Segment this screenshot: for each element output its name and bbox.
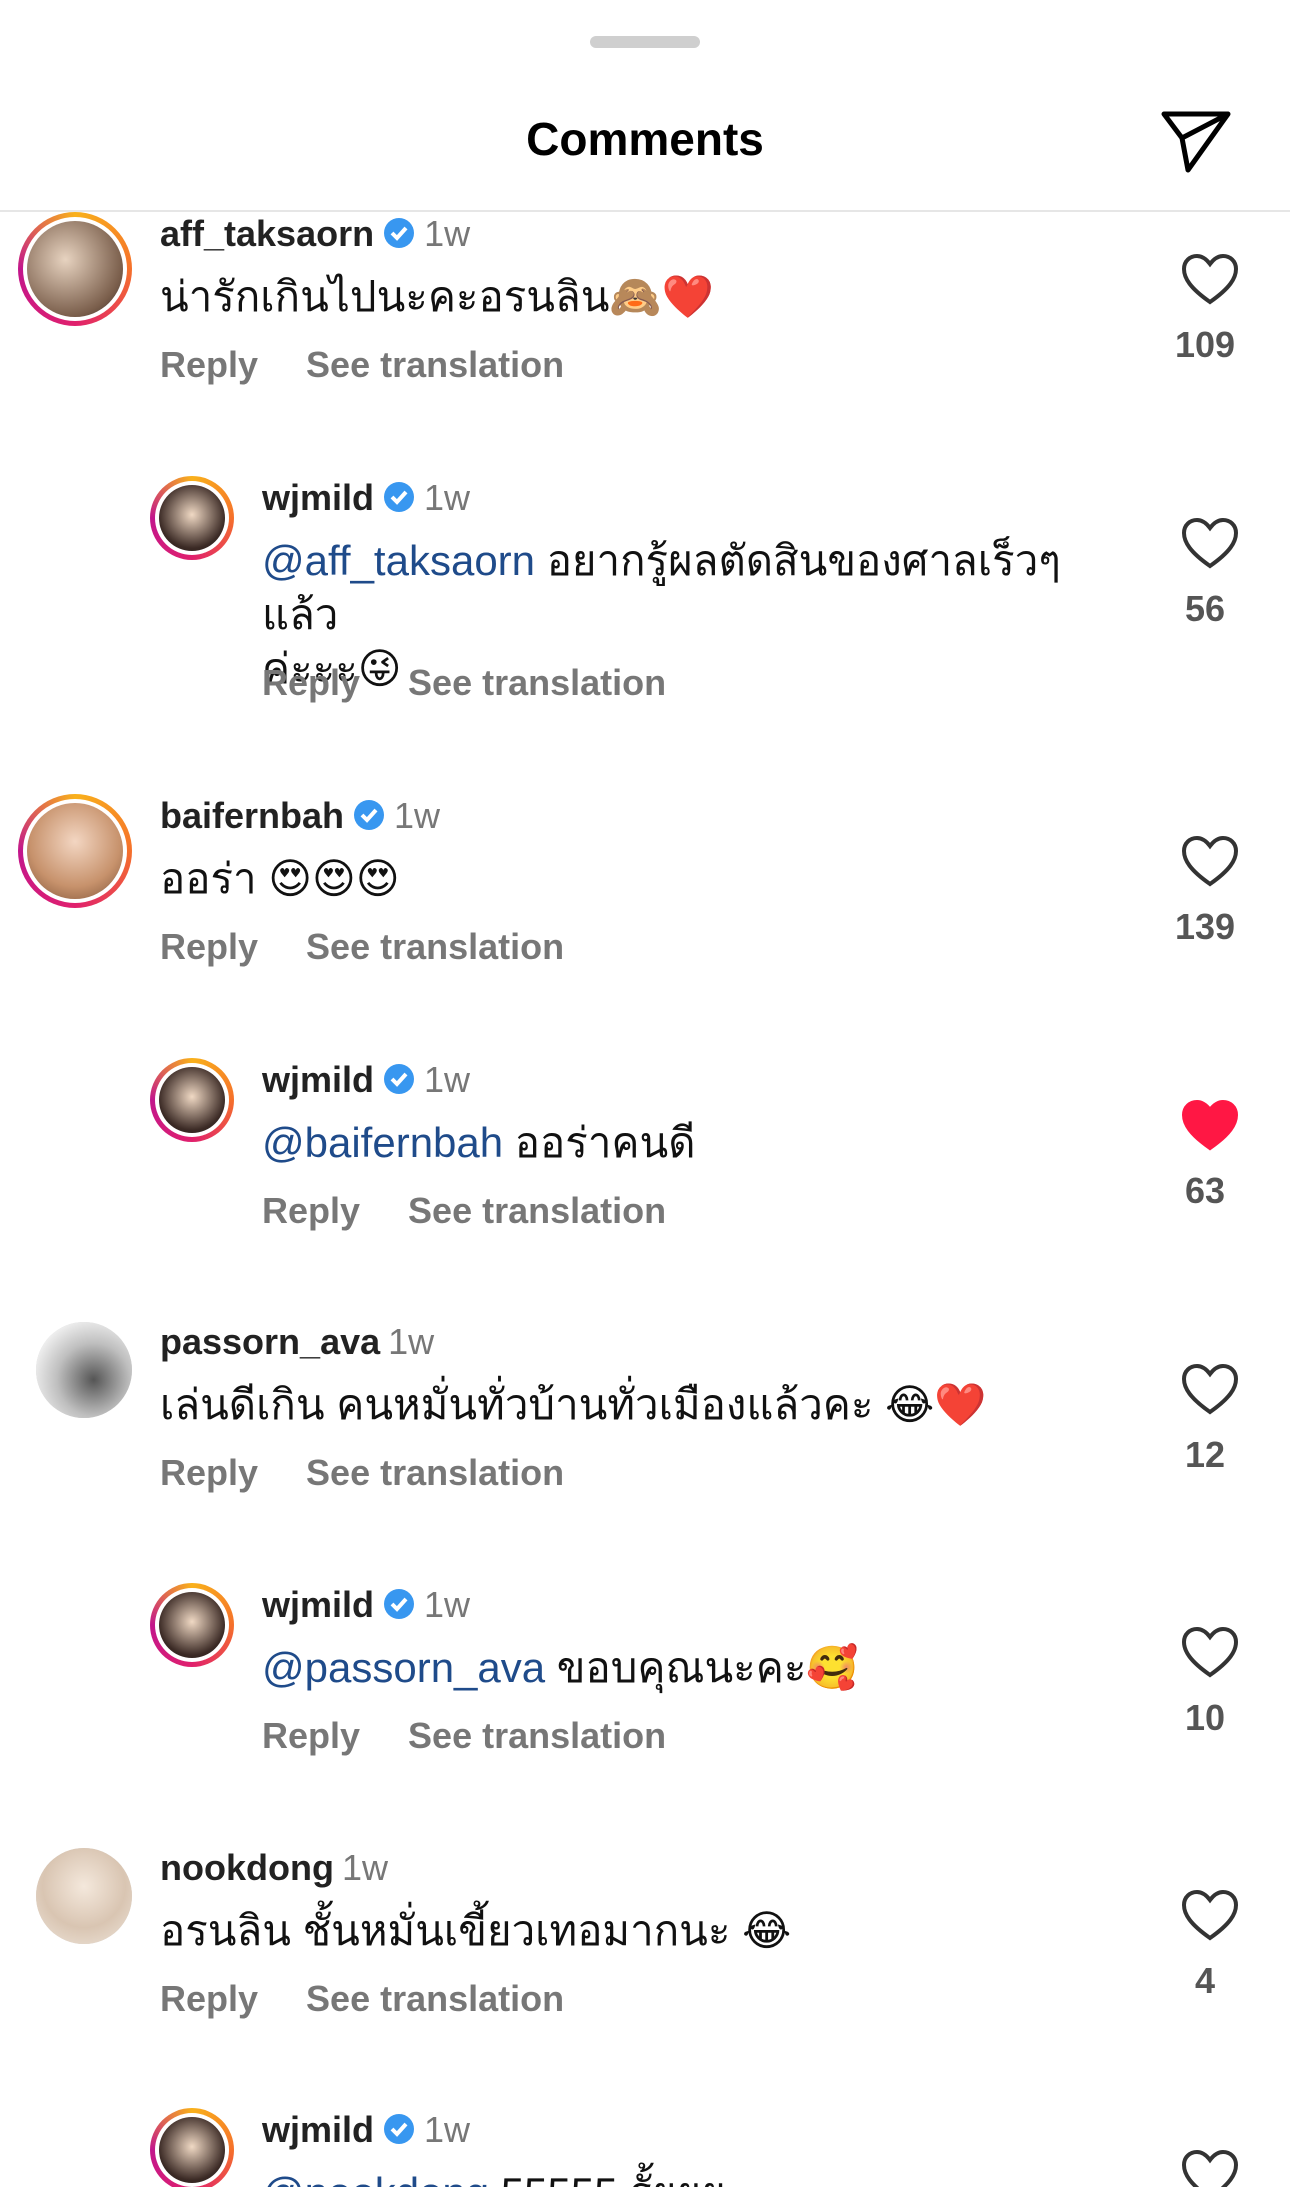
reply-button[interactable]: Reply: [160, 1452, 258, 1493]
timestamp: 1w: [394, 795, 441, 836]
timestamp: 1w: [341, 1847, 388, 1888]
comment-text: @nookdong 55555 รั้ยยย: [262, 2166, 726, 2187]
see-translation-button[interactable]: See translation: [306, 1452, 564, 1493]
mention-link[interactable]: @baifernbah: [262, 1119, 503, 1166]
sheet-grabber[interactable]: [590, 36, 700, 48]
timestamp: 1w: [424, 1584, 471, 1625]
avatar[interactable]: [150, 476, 234, 560]
verified-badge-icon: [384, 2114, 415, 2144]
timestamp: 1w: [424, 1059, 471, 1100]
mention-link[interactable]: @aff_taksaorn: [262, 537, 535, 584]
heart-icon[interactable]: [1180, 516, 1240, 572]
comment-text: @passorn_ava ขอบคุณนะคะ🥰: [262, 1644, 859, 1691]
see-translation-button[interactable]: See translation: [408, 662, 666, 703]
comments-sheet: Comments aff_taksaorn 1w น่ารักเกินไปนะคะ…: [0, 0, 1290, 2187]
avatar[interactable]: [18, 794, 132, 908]
reply-button[interactable]: Reply: [262, 1190, 360, 1231]
timestamp: 1w: [388, 1321, 435, 1362]
mention-link[interactable]: @passorn_ava: [262, 1644, 545, 1691]
see-translation-button[interactable]: See translation: [306, 344, 564, 385]
verified-badge-icon: [384, 1589, 415, 1619]
avatar[interactable]: [150, 1058, 234, 1142]
username[interactable]: wjmild: [262, 1584, 374, 1625]
timestamp: 1w: [424, 477, 471, 518]
comment-text: @baifernbah ออร่าคนดี: [262, 1119, 696, 1166]
verified-badge-icon: [384, 1064, 415, 1094]
avatar[interactable]: [36, 1322, 132, 1418]
timestamp: 1w: [424, 213, 471, 254]
avatar[interactable]: [150, 1583, 234, 1667]
username[interactable]: baifernbah: [160, 795, 344, 836]
avatar[interactable]: [150, 2108, 234, 2187]
paper-plane-icon[interactable]: [1158, 108, 1234, 174]
like-count: 56: [1184, 588, 1226, 629]
username[interactable]: aff_taksaorn: [160, 213, 374, 254]
like-count: 12: [1184, 1434, 1226, 1475]
heart-icon[interactable]: [1180, 1362, 1240, 1418]
heart-icon[interactable]: [1180, 1625, 1240, 1681]
reply-button[interactable]: Reply: [262, 662, 360, 703]
like-count: 10: [1184, 1697, 1226, 1738]
see-translation-button[interactable]: See translation: [306, 926, 564, 967]
comment-text: เล่นดีเกิน คนหมั่นทั่วบ้านทั่วเมืองแล้วค…: [160, 1381, 987, 1428]
comment-text: น่ารักเกินไปนะคะอรนลิน🙈❤️: [160, 273, 715, 320]
reply-button[interactable]: Reply: [262, 1715, 360, 1756]
username[interactable]: passorn_ava: [160, 1321, 380, 1362]
heart-filled-icon[interactable]: [1180, 1098, 1240, 1154]
like-count: 4: [1194, 1960, 1216, 2001]
username[interactable]: wjmild: [262, 2109, 374, 2150]
like-count: 139: [1174, 906, 1236, 947]
timestamp: 1w: [424, 2109, 471, 2150]
verified-badge-icon: [384, 482, 415, 512]
username[interactable]: wjmild: [262, 477, 374, 518]
username[interactable]: nookdong: [160, 1847, 334, 1888]
mention-link[interactable]: @nookdong: [262, 2169, 489, 2187]
username[interactable]: wjmild: [262, 1059, 374, 1100]
comment-text: อรนลิน ชั้นหมั่นเขี้ยวเทอมากนะ 😂: [160, 1907, 792, 1954]
reply-button[interactable]: Reply: [160, 344, 258, 385]
verified-badge-icon: [384, 218, 415, 248]
avatar[interactable]: [18, 212, 132, 326]
page-title: Comments: [526, 113, 764, 165]
see-translation-button[interactable]: See translation: [408, 1715, 666, 1756]
like-count: 63: [1184, 1170, 1226, 1211]
comment-text: ออร่า 😍😍😍: [160, 855, 400, 902]
see-translation-button[interactable]: See translation: [306, 1978, 564, 2019]
like-count: 109: [1174, 324, 1236, 365]
heart-icon[interactable]: [1180, 1888, 1240, 1944]
heart-icon[interactable]: [1180, 834, 1240, 890]
heart-icon[interactable]: [1180, 2148, 1240, 2187]
heart-icon[interactable]: [1180, 252, 1240, 308]
reply-button[interactable]: Reply: [160, 1978, 258, 2019]
reply-button[interactable]: Reply: [160, 926, 258, 967]
avatar[interactable]: [36, 1848, 132, 1944]
verified-badge-icon: [354, 800, 385, 830]
see-translation-button[interactable]: See translation: [408, 1190, 666, 1231]
